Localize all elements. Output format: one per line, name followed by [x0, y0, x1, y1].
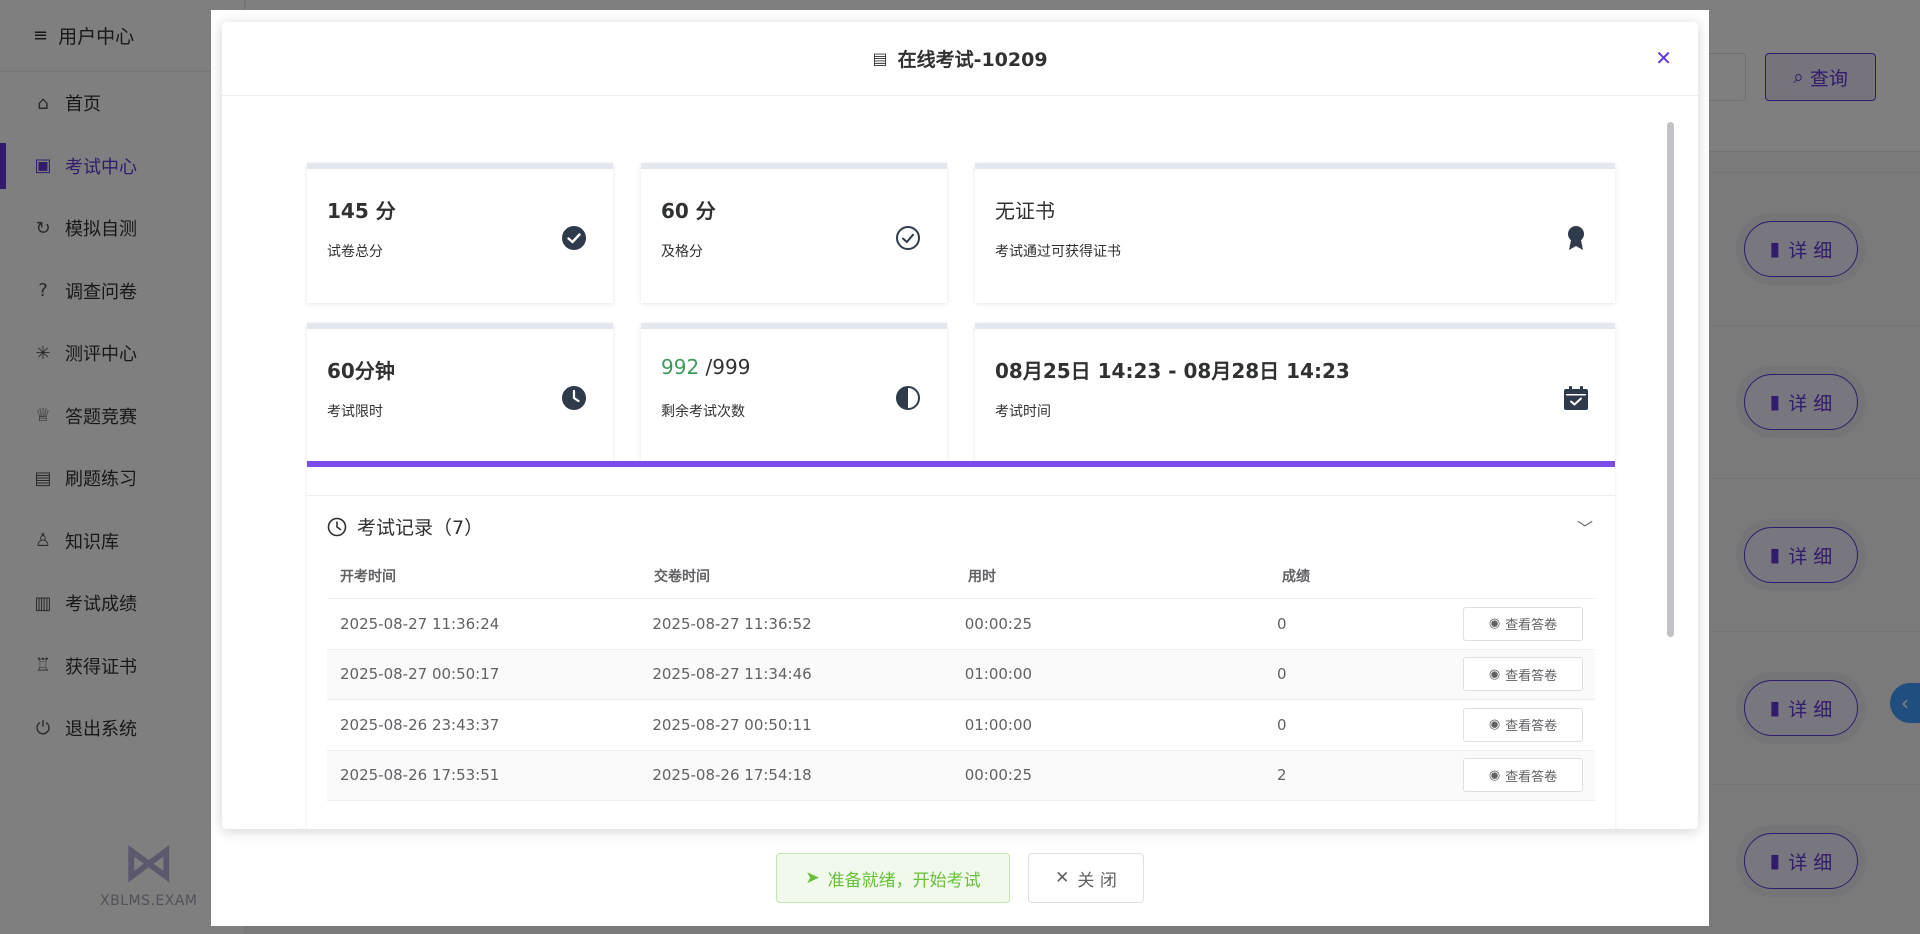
cell-start: 2025-08-27 11:36:24 — [340, 614, 500, 633]
clock-icon — [561, 385, 587, 411]
cell-duration: 00:00:25 — [964, 766, 1033, 785]
eye-icon: ◉ — [1488, 717, 1501, 733]
document-icon: ▤ — [872, 49, 888, 68]
modal-title: 在线考试-10209 — [897, 49, 1048, 71]
table-row: 2025-08-27 11:36:24 2025-08-27 11:36:52 … — [327, 599, 1595, 650]
pass-score-value: 60 分 — [661, 199, 716, 223]
attempts-value: 992 /999 — [661, 355, 750, 379]
col-start-time: 开考时间 — [340, 568, 396, 585]
cell-actions: ◉ 查看答卷 — [1463, 606, 1595, 641]
check-circle-icon — [895, 225, 921, 251]
cell-duration: 01:00:00 — [964, 715, 1033, 734]
eye-icon: ◉ — [1488, 666, 1501, 682]
eye-icon: ◉ — [1488, 616, 1501, 632]
cell-submit: 2025-08-26 17:54:18 — [652, 766, 812, 785]
total-score-value: 145 分 — [327, 199, 396, 223]
cell-duration: 01:00:00 — [964, 665, 1033, 684]
cell-start: 2025-08-27 00:50:17 — [340, 665, 500, 684]
calendar-check-icon — [1563, 385, 1589, 411]
attempts-total: /999 — [705, 355, 751, 379]
send-icon: ➤ — [805, 868, 820, 888]
card-certificate: 无证书 考试通过可获得证书 — [975, 163, 1615, 303]
check-circle-filled-icon — [561, 225, 587, 251]
cell-start: 2025-08-26 23:43:37 — [340, 715, 500, 734]
view-answers-button[interactable]: ◉ 查看答卷 — [1463, 758, 1583, 793]
award-icon — [1563, 225, 1589, 251]
total-score-label: 试卷总分 — [327, 244, 383, 260]
cell-actions: ◉ 查看答卷 — [1463, 758, 1595, 793]
exam-time-label: 考试时间 — [995, 404, 1051, 420]
half-circle-icon — [895, 385, 921, 411]
start-exam-button[interactable]: ➤ 准备就绪，开始考试 — [776, 853, 1010, 903]
cell-score: 2 — [1277, 766, 1287, 785]
records-table: 开考时间 交卷时间 用时 成绩 2025-08-27 11:36:24 2025… — [327, 553, 1595, 801]
view-answers-button[interactable]: ◉ 查看答卷 — [1463, 657, 1583, 692]
close-icon[interactable]: ✕ — [1655, 46, 1672, 70]
pass-score-label: 及格分 — [661, 244, 703, 260]
exam-records-panel: 考试记录（7） ﹀ 开考时间 交卷时间 用时 成绩 2025-08-27 11:… — [307, 469, 1615, 829]
scrollbar[interactable] — [1667, 122, 1674, 637]
exam-modal: ▤ 在线考试-10209 ✕ 145 分 试卷总分 60 分 及格分 无证书 考… — [222, 22, 1698, 829]
start-exam-label: 准备就绪，开始考试 — [827, 870, 981, 891]
attempts-remaining: 992 — [661, 355, 700, 379]
card-attempts: 992 /999 剩余考试次数 — [641, 323, 947, 463]
divider — [307, 495, 1615, 496]
exam-time-value: 08月25日 14:23 - 08月28日 14:23 — [995, 359, 1350, 383]
card-exam-time: 08月25日 14:23 - 08月28日 14:23 考试时间 — [975, 323, 1615, 463]
close-icon: ✕ — [1055, 868, 1070, 888]
cell-submit: 2025-08-27 11:36:52 — [652, 614, 812, 633]
cell-start: 2025-08-26 17:53:51 — [340, 766, 500, 785]
cell-submit: 2025-08-27 00:50:11 — [652, 715, 812, 734]
view-answers-label: 查看答卷 — [1505, 719, 1558, 735]
records-title[interactable]: 考试记录（7） — [327, 513, 483, 540]
cell-score: 0 — [1277, 665, 1287, 684]
time-limit-value: 60分钟 — [327, 359, 395, 383]
exam-progress-bar — [307, 461, 1615, 467]
view-answers-label: 查看答卷 — [1505, 769, 1558, 785]
cell-score: 0 — [1277, 715, 1287, 734]
chevron-down-icon[interactable]: ﹀ — [1577, 515, 1593, 539]
table-row: 2025-08-26 23:43:37 2025-08-27 00:50:11 … — [327, 700, 1595, 751]
records-title-label: 考试记录（7） — [357, 517, 484, 539]
cell-actions: ◉ 查看答卷 — [1463, 707, 1595, 742]
col-duration: 用时 — [968, 568, 996, 585]
history-icon — [327, 517, 347, 536]
modal-body: 145 分 试卷总分 60 分 及格分 无证书 考试通过可获得证书 60分钟 考… — [222, 97, 1698, 829]
table-row: 2025-08-27 00:50:17 2025-08-27 11:34:46 … — [327, 649, 1595, 700]
cell-actions: ◉ 查看答卷 — [1463, 657, 1595, 692]
close-button[interactable]: ✕ 关 闭 — [1028, 853, 1144, 903]
cell-score: 0 — [1277, 614, 1287, 633]
col-score: 成绩 — [1282, 568, 1310, 585]
table-header: 开考时间 交卷时间 用时 成绩 — [327, 553, 1595, 599]
card-pass-score: 60 分 及格分 — [641, 163, 947, 303]
cell-submit: 2025-08-27 11:34:46 — [652, 665, 812, 684]
view-answers-button[interactable]: ◉ 查看答卷 — [1463, 606, 1583, 641]
eye-icon: ◉ — [1488, 767, 1501, 783]
close-label: 关 闭 — [1077, 870, 1117, 891]
certificate-value: 无证书 — [995, 199, 1055, 223]
time-limit-label: 考试限时 — [327, 404, 383, 420]
certificate-label: 考试通过可获得证书 — [995, 244, 1121, 260]
view-answers-label: 查看答卷 — [1505, 668, 1558, 684]
cell-duration: 00:00:25 — [964, 614, 1033, 633]
card-time-limit: 60分钟 考试限时 — [307, 323, 613, 463]
modal-header: ▤ 在线考试-10209 ✕ — [222, 22, 1698, 96]
view-answers-label: 查看答卷 — [1505, 618, 1558, 634]
card-total-score: 145 分 试卷总分 — [307, 163, 613, 303]
attempts-label: 剩余考试次数 — [661, 404, 745, 420]
view-answers-button[interactable]: ◉ 查看答卷 — [1463, 707, 1583, 742]
table-row: 2025-08-26 17:53:51 2025-08-26 17:54:18 … — [327, 750, 1595, 801]
col-submit-time: 交卷时间 — [654, 568, 710, 585]
